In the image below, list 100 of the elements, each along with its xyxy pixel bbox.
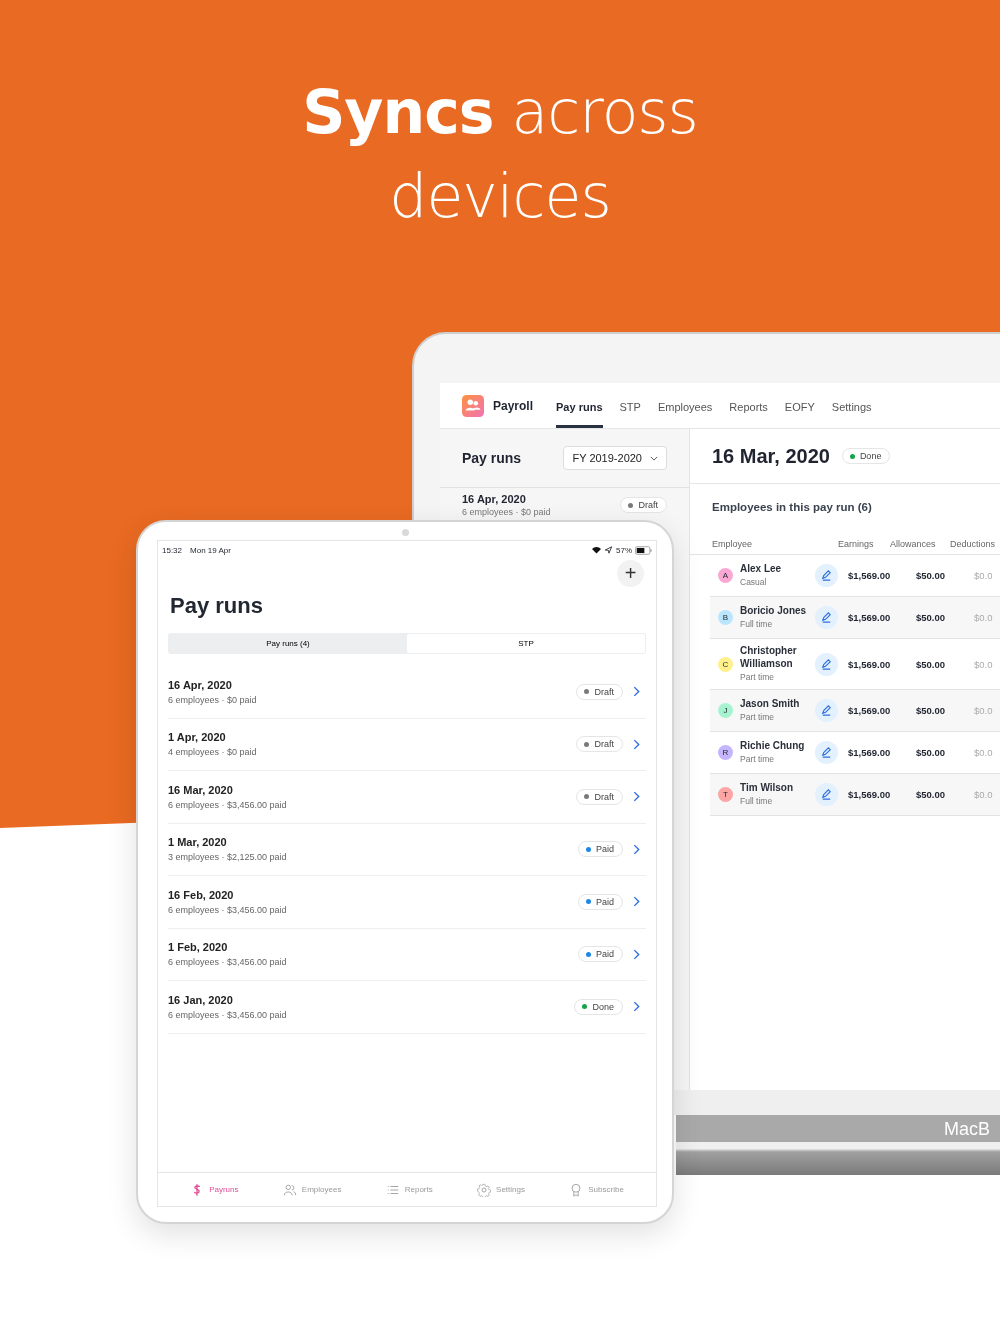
chevron-icon: [633, 896, 640, 908]
run-date: 16 Mar, 2020: [168, 783, 234, 796]
earnings-cell-text: $1,569.00: [848, 612, 892, 623]
caret-icon: [650, 455, 658, 461]
segment-tab[interactable]: STP: [407, 634, 645, 653]
add-button[interactable]: +: [617, 560, 644, 587]
avatar: C: [718, 656, 733, 672]
employee-name: Boricio Jones: [740, 604, 808, 617]
earnings-cell-text: $1,569.00: [848, 658, 892, 670]
employment-type: Part time: [740, 753, 775, 766]
logo-icon: [462, 394, 484, 417]
employee-name: Richie Chung: [740, 739, 806, 752]
chevron-icon: [633, 738, 640, 750]
column-header: Deductions: [950, 538, 996, 549]
run-summary: 6 employees · $0 paid: [462, 507, 551, 517]
employee-name: Christopher Williamson: [740, 644, 798, 670]
run-date: 16 Apr, 2020: [168, 678, 233, 691]
edit-button[interactable]: [815, 564, 838, 587]
nav-tab[interactable]: Reports: [729, 383, 768, 428]
tab-bar-item[interactable]: Payruns: [190, 1182, 239, 1197]
allowances-cell-text: $50.00: [916, 570, 947, 581]
deductions-cell: $0.0: [974, 612, 993, 623]
pay-run-date: 16 Mar, 2020: [712, 444, 830, 468]
earnings-cell-text: $1,569.00: [848, 789, 892, 800]
nav-tab[interactable]: STP: [619, 383, 641, 428]
pay-run-row[interactable]: 1 Feb, 2020 6 employees · $3,456.00 paid Paid: [168, 928, 646, 981]
nav-tab[interactable]: Settings: [831, 383, 872, 428]
chevron-icon: [633, 1001, 640, 1013]
pencil-icon: [820, 788, 833, 801]
location-icon: [604, 546, 613, 554]
avatar: T: [718, 787, 733, 802]
column-header: Earnings: [838, 538, 875, 549]
earnings-cell-text: $1,569.00: [848, 747, 892, 758]
chevron-icon: [633, 843, 640, 855]
allowances-cell-text: $50.00: [916, 747, 947, 758]
employee-name: Alex Lee: [740, 562, 783, 575]
edit-button[interactable]: [815, 783, 838, 806]
nav-tab[interactable]: Employees: [657, 383, 713, 428]
pay-run-row[interactable]: 16 Feb, 2020 6 employees · $3,456.00 paid Paid: [168, 876, 646, 929]
avatar: R: [718, 745, 733, 760]
status-label: Draft: [594, 791, 614, 802]
section-title: Employees in this pay run (6): [711, 500, 873, 515]
wifi-icon: [592, 546, 601, 554]
run-summary: 6 employees · $3,456.00 paid: [168, 957, 288, 968]
status-label: Paid: [596, 844, 614, 855]
period-dropdown[interactable]: FY 2019-2020: [563, 446, 667, 470]
allowances-cell-text: $50.00: [916, 612, 947, 623]
run-summary: 6 employees · $3,456.00 paid: [168, 904, 288, 915]
column-header: Allowances: [890, 538, 937, 549]
pencil-icon: [820, 611, 833, 624]
page-title: Pay runs: [169, 592, 264, 619]
run-date: 16 Apr, 2020: [462, 493, 527, 505]
pay-run-row[interactable]: 1 Mar, 2020 3 employees · $2,125.00 paid Paid: [168, 823, 646, 876]
pay-run-row[interactable]: 16 Apr, 2020 6 employees · $0 paid Draft: [168, 666, 646, 719]
earnings-cell-text: $1,569.00: [848, 570, 892, 581]
run-date: 1 Apr, 2020: [168, 731, 227, 744]
employment-type: Full time: [740, 618, 774, 631]
status-date: Mon 19 Apr: [190, 545, 231, 555]
pay-run-row[interactable]: 16 Mar, 2020 6 employees · $3,456.00 paid Draft: [168, 771, 646, 824]
nav-tab[interactable]: EOFY: [784, 383, 815, 428]
pencil-icon: [820, 704, 833, 717]
chevron-icon: [633, 948, 640, 960]
edit-button[interactable]: [815, 606, 838, 629]
battery-icon: [635, 545, 652, 555]
run-summary: 4 employees · $0 paid: [168, 747, 258, 758]
employment-type: Full time: [740, 795, 774, 808]
run-date: 16 Feb, 2020: [168, 888, 235, 901]
employment-type: Part time: [740, 711, 775, 724]
status-label: Done: [592, 1001, 614, 1012]
employee-name: Tim Wilson: [740, 781, 795, 794]
award-icon: [569, 1182, 584, 1197]
pay-run-row[interactable]: 1 Apr, 2020 4 employees · $0 paid Draft: [168, 718, 646, 771]
pay-run-row[interactable]: 16 Jan, 2020 6 employees · $3,456.00 paid Done: [168, 981, 646, 1034]
status-label: Paid: [596, 896, 614, 907]
people-icon: [282, 1182, 297, 1197]
employee-name: Jason Smith: [740, 697, 801, 710]
deductions-cell: $0.0: [974, 747, 993, 758]
edit-button[interactable]: [815, 699, 838, 722]
run-date: 16 Jan, 2020: [168, 993, 234, 1006]
status-label: Draft: [594, 739, 614, 750]
status-label: Draft: [638, 500, 658, 510]
deductions-cell: $0.0: [974, 789, 993, 800]
battery-percent: 57%: [616, 545, 632, 555]
run-summary: 6 employees · $3,456.00 paid: [168, 1009, 288, 1020]
chevron-icon: [633, 791, 640, 803]
edit-button[interactable]: [815, 652, 838, 676]
panel-title: Pay runs: [462, 450, 522, 466]
allowances-cell-text: $50.00: [916, 705, 947, 716]
app-name: Payroll: [493, 398, 534, 413]
pencil-icon: [820, 569, 833, 582]
status-label: Draft: [594, 686, 614, 697]
allowances-cell-text: $50.00: [916, 789, 947, 800]
column-header: Employee: [712, 538, 754, 549]
edit-button[interactable]: [815, 741, 838, 764]
settings-icon: [477, 1182, 492, 1197]
avatar: J: [718, 703, 733, 718]
run-summary: 3 employees · $2,125.00 paid: [168, 852, 288, 863]
earnings-cell-text: $1,569.00: [848, 705, 892, 716]
status-label: Paid: [596, 949, 614, 960]
pencil-icon: [820, 657, 833, 671]
